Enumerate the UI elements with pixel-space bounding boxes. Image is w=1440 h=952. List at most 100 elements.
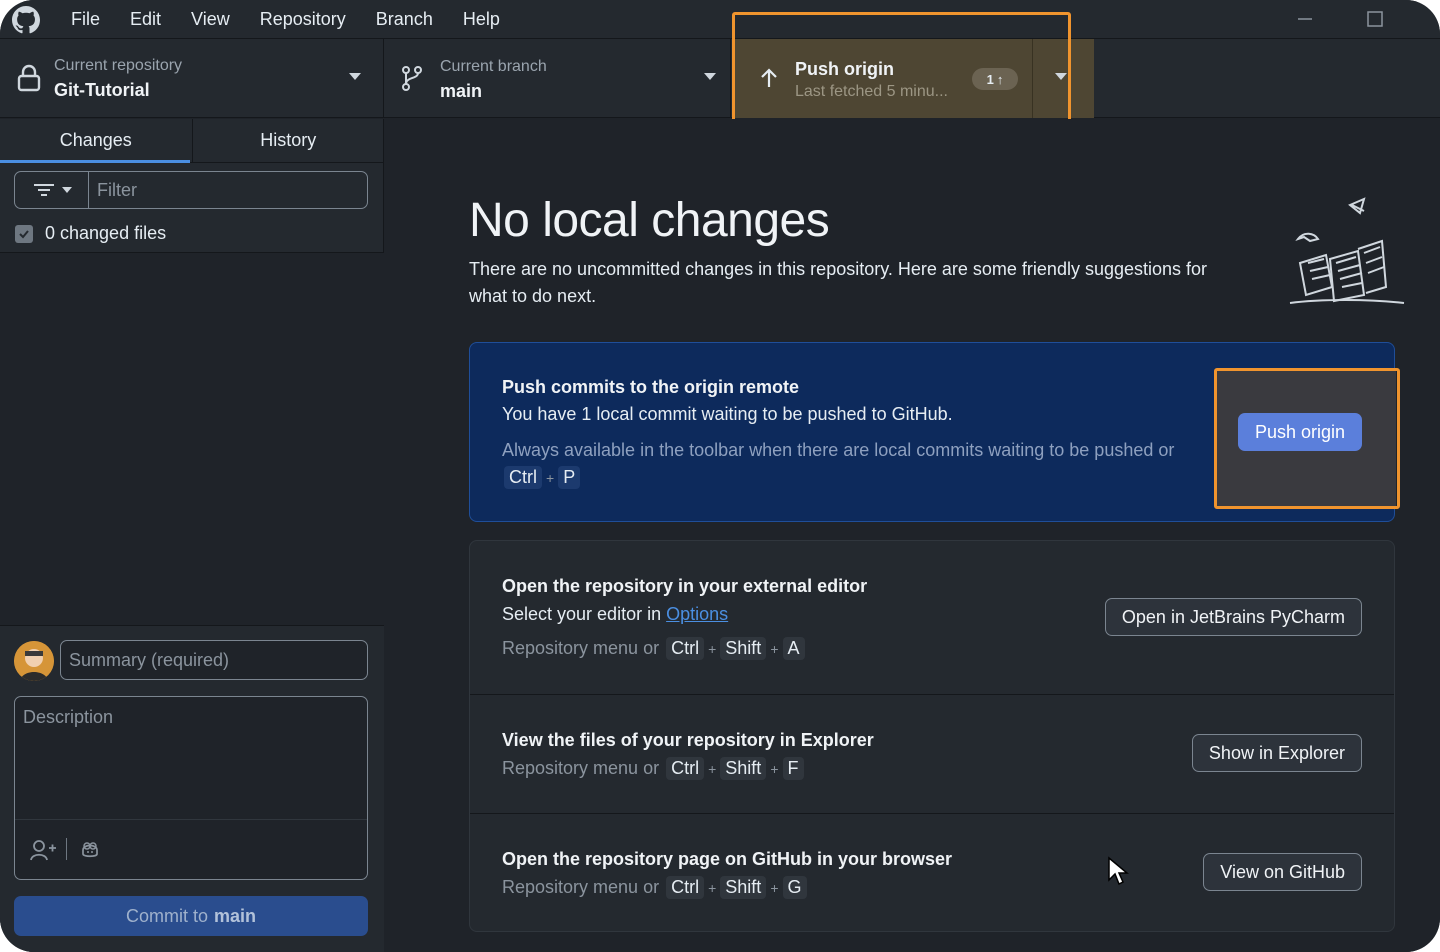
suggestion-title: Open the repository in your external edi…	[502, 576, 868, 596]
suggestion-shortcut: Repository menu or Ctrl + Shift + F	[502, 757, 806, 780]
push-card-shortcut: Ctrl + P	[502, 466, 582, 489]
menu-edit[interactable]: Edit	[115, 0, 176, 38]
current-repository-value: Git-Tutorial	[54, 80, 150, 100]
plus-separator: +	[708, 879, 717, 896]
push-card-hint: Always available in the toolbar when the…	[502, 440, 1175, 460]
avatar	[14, 641, 54, 681]
arrow-up-icon: ↑	[996, 71, 1004, 87]
minimize-icon[interactable]	[1292, 6, 1318, 32]
changed-files-row: 0 changed files	[0, 215, 384, 253]
push-divider	[1032, 39, 1033, 118]
app-window: File Edit View Repository Branch Help Cu…	[0, 0, 1440, 952]
suggestion-text: Select your editor in Options	[502, 604, 728, 625]
mouse-cursor-icon	[1108, 856, 1129, 886]
push-count-badge: 1 ↑	[972, 68, 1018, 90]
key-g: G	[782, 876, 807, 899]
main-content: No local changes There are no uncommitte…	[385, 119, 1440, 952]
toolbar: Current repository Git-Tutorial Current …	[0, 38, 1440, 118]
changed-files-list	[0, 253, 384, 625]
plus-separator: +	[708, 640, 717, 657]
key-p: P	[558, 466, 581, 489]
suggestion-explorer: View the files of your repository in Exp…	[470, 695, 1394, 814]
chevron-down-icon	[704, 73, 716, 80]
description-box	[14, 696, 368, 880]
arrow-up-icon	[761, 68, 777, 87]
suggestion-title: Open the repository page on GitHub in yo…	[502, 849, 953, 869]
shortcut-hint: Repository menu or	[502, 758, 660, 778]
github-logo-icon	[12, 6, 40, 34]
menu-branch[interactable]: Branch	[361, 0, 448, 38]
menu-bar: File Edit View Repository Branch Help	[56, 0, 515, 38]
commit-area: Commit to main	[0, 625, 384, 952]
menu-file[interactable]: File	[56, 0, 115, 38]
summary-input[interactable]	[60, 640, 368, 680]
description-input[interactable]	[15, 697, 367, 819]
push-card-title: Push commits to the origin remote	[502, 377, 800, 397]
filter-input[interactable]	[89, 172, 367, 208]
footer-divider	[66, 838, 67, 860]
filter-bar	[14, 171, 368, 209]
current-branch-button[interactable]: Current branch main	[385, 39, 731, 118]
push-card-text: You have 1 local commit waiting to be pu…	[502, 404, 953, 424]
shortcut-hint: Repository menu or	[502, 638, 660, 658]
current-branch-label: Current branch	[440, 58, 547, 75]
key-ctrl: Ctrl	[666, 757, 705, 780]
plus-separator: +	[770, 760, 779, 777]
chevron-down-icon	[349, 73, 361, 80]
push-origin-button[interactable]: Push origin Last fetched 5 minu... 1 ↑	[732, 39, 1094, 118]
plus-separator: +	[770, 879, 779, 896]
description-footer	[15, 819, 367, 879]
tab-history[interactable]: History	[191, 119, 385, 162]
menu-help[interactable]: Help	[448, 0, 515, 38]
key-f: F	[782, 757, 804, 780]
suggestion-github: Open the repository page on GitHub in yo…	[470, 814, 1394, 931]
key-ctrl: Ctrl	[666, 876, 705, 899]
current-repository-label: Current repository	[54, 57, 183, 74]
key-shift: Shift	[720, 757, 767, 780]
filter-options-button[interactable]	[15, 172, 89, 208]
push-origin-card-button[interactable]: Push origin	[1238, 413, 1362, 451]
check-icon	[19, 229, 29, 238]
branch-icon	[402, 66, 422, 91]
key-a: A	[782, 637, 805, 660]
shortcut-hint: Repository menu or	[502, 877, 660, 897]
suggestion-text-prefix: Select your editor in	[502, 604, 662, 624]
suggestion-shortcut: Repository menu or Ctrl + Shift + G	[502, 876, 809, 899]
suggestion-shortcut: Repository menu or Ctrl + Shift + A	[502, 637, 807, 660]
sidebar: Changes History 0 changed files	[0, 119, 384, 952]
commit-button[interactable]: Commit to main	[14, 896, 368, 936]
plus-separator: +	[770, 640, 779, 657]
key-shift: Shift	[720, 637, 767, 660]
changed-files-label: 0 changed files	[45, 223, 167, 243]
commit-button-prefix: Commit to	[125, 905, 208, 926]
view-on-github-button[interactable]: View on GitHub	[1203, 853, 1362, 891]
filter-icon	[33, 184, 54, 196]
show-in-explorer-button[interactable]: Show in Explorer	[1191, 734, 1362, 772]
current-branch-value: main	[440, 81, 483, 101]
open-in-editor-button[interactable]: Open in JetBrains PyCharm	[1104, 598, 1362, 636]
key-shift: Shift	[720, 876, 767, 899]
title-bar: File Edit View Repository Branch Help	[0, 0, 1440, 38]
suggestion-title: View the files of your repository in Exp…	[502, 730, 874, 750]
push-origin-subtitle: Last fetched 5 minu...	[795, 83, 948, 100]
commit-button-branch: main	[214, 905, 257, 926]
push-origin-title: Push origin	[795, 59, 894, 79]
plus-separator: +	[546, 469, 555, 486]
empty-state-illustration-icon	[1289, 197, 1405, 304]
add-coauthor-icon[interactable]	[29, 838, 57, 862]
current-repository-button[interactable]: Current repository Git-Tutorial	[0, 39, 384, 118]
maximize-icon[interactable]	[1362, 6, 1388, 32]
plus-separator: +	[708, 760, 717, 777]
push-dropdown-chevron-icon[interactable]	[1055, 73, 1067, 80]
checkbox-icon[interactable]	[15, 224, 33, 243]
key-ctrl: Ctrl	[504, 466, 542, 489]
menu-repository[interactable]: Repository	[245, 0, 361, 38]
push-commits-card: Push commits to the origin remote You ha…	[469, 342, 1396, 522]
menu-view[interactable]: View	[176, 0, 245, 38]
lock-icon	[17, 64, 41, 92]
suggestions-group: Open the repository in your external edi…	[469, 540, 1395, 932]
chevron-down-icon	[61, 187, 72, 193]
copilot-icon[interactable]	[79, 838, 101, 860]
tab-changes[interactable]: Changes	[0, 119, 192, 163]
options-link[interactable]: Options	[666, 604, 728, 624]
